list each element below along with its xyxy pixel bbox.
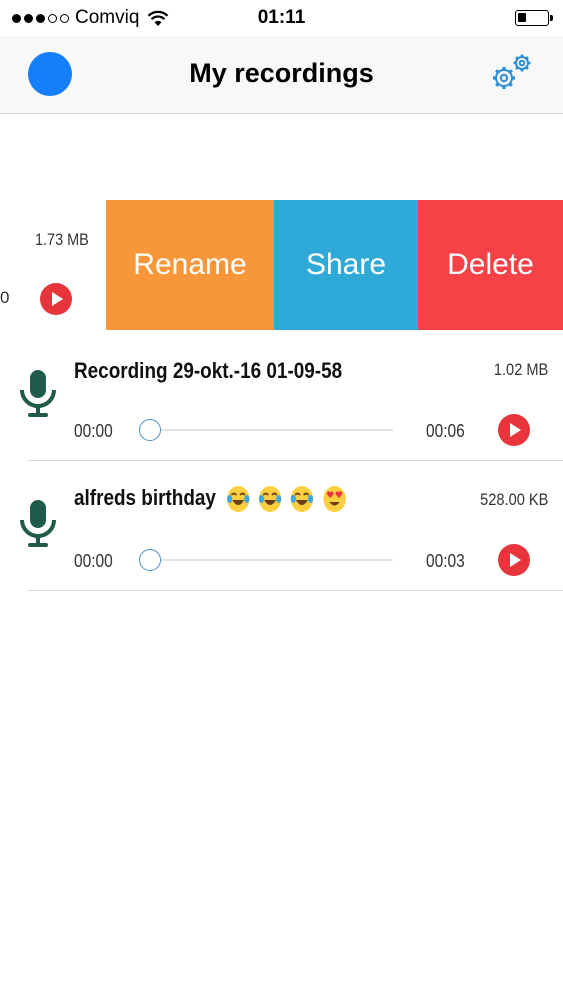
rename-label: Rename xyxy=(133,248,247,281)
play-button[interactable] xyxy=(40,283,72,315)
row-divider xyxy=(28,590,563,591)
current-time: 00:00 xyxy=(74,421,113,441)
title-emojis xyxy=(226,485,348,513)
swiped-recording-row[interactable]: 1.73 MB 0 Rename Share Delete xyxy=(0,200,563,330)
microphone-icon xyxy=(20,370,56,417)
progress-track[interactable] xyxy=(150,429,393,431)
tears-of-joy-emoji-icon xyxy=(227,486,250,513)
recording-time-partial: 0 xyxy=(0,288,10,307)
tears-of-joy-emoji-icon xyxy=(259,486,282,513)
status-bar: Comviq 01:11 xyxy=(0,0,563,36)
navigation-bar: My recordings xyxy=(0,36,563,114)
progress-slider-knob[interactable] xyxy=(139,419,161,441)
recording-size: 1.73 MB xyxy=(35,230,89,249)
delete-button[interactable]: Delete xyxy=(418,200,563,330)
recording-size: 528.00 KB xyxy=(479,490,548,509)
recording-size: 1.02 MB xyxy=(493,360,548,379)
recording-title-row: alfreds birthday xyxy=(74,485,349,513)
page-title: My recordings xyxy=(189,58,374,88)
play-button[interactable] xyxy=(498,414,530,446)
status-time: 01:11 xyxy=(257,7,306,28)
delete-label: Delete xyxy=(447,248,534,281)
recording-row[interactable]: alfreds birthday 528.00 KB 00:00 00:03 xyxy=(0,461,563,591)
recording-row[interactable]: Recording 29-okt.-16 01-09-58 1.02 MB 00… xyxy=(0,331,563,461)
current-time: 00:00 xyxy=(74,551,113,571)
progress-slider-knob[interactable] xyxy=(139,549,161,571)
microphone-icon xyxy=(20,500,56,547)
rename-button[interactable]: Rename xyxy=(106,200,274,330)
progress-track[interactable] xyxy=(150,559,393,561)
gear-icon[interactable] xyxy=(487,48,537,96)
recording-title: alfreds birthday xyxy=(74,485,216,510)
heart-eyes-emoji-icon xyxy=(323,486,346,513)
battery-icon xyxy=(515,10,553,26)
recording-title: Recording 29-okt.-16 01-09-58 xyxy=(74,358,343,383)
play-button[interactable] xyxy=(498,544,530,576)
tears-of-joy-emoji-icon xyxy=(291,486,314,513)
duration: 00:06 xyxy=(426,421,465,441)
share-label: Share xyxy=(305,248,387,281)
share-button[interactable]: Share xyxy=(274,200,418,330)
duration: 00:03 xyxy=(426,551,465,571)
